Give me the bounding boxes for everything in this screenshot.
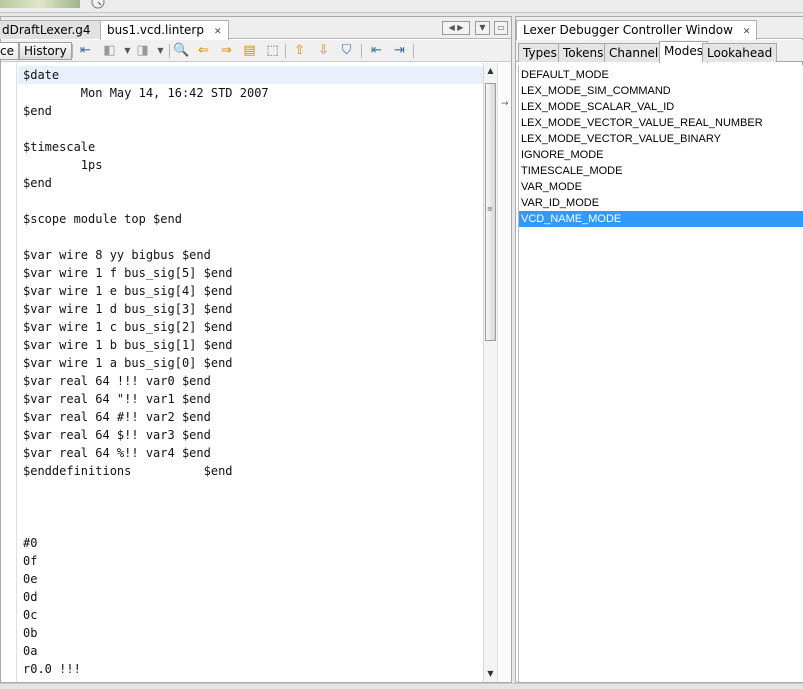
code-line: $var wire 1 d bus_sig[3] $end	[23, 302, 233, 316]
toggle-highlight-icon[interactable]: ⬚	[264, 43, 281, 59]
code-line: 0f	[23, 554, 38, 568]
last-edit-icon[interactable]: ⇤	[77, 43, 94, 59]
code-line: $end	[23, 104, 52, 118]
forward-icon[interactable]: ◨	[134, 43, 151, 59]
toolbar-separator	[72, 44, 73, 58]
code-line: $var wire 1 c bus_sig[2] $end	[23, 320, 233, 334]
editor-tabbar: dDraftLexer.g4✕ bus1.vcd.linterp✕ ◀ ▶ ▼ …	[0, 17, 511, 40]
code-line: $var wire 1 f bus_sig[5] $end	[23, 266, 233, 280]
mode-list-item[interactable]: VAR_ID_MODE	[519, 195, 803, 211]
maximize-button[interactable]: ▭	[494, 21, 508, 35]
status-strip	[0, 683, 803, 689]
clock-icon	[91, 0, 105, 9]
back-icon[interactable]: ◧	[101, 43, 118, 59]
scroll-down-icon[interactable]: ▼	[485, 668, 496, 680]
lexer-window-title: Lexer Debugger Controller Window	[523, 23, 733, 37]
lexer-title-bar: Lexer Debugger Controller Window ✕	[516, 17, 803, 40]
code-line: 0a	[23, 644, 38, 658]
mode-list-item[interactable]: LEX_MODE_VECTOR_VALUE_BINARY	[519, 131, 803, 147]
chevron-left-icon[interactable]: ◀	[449, 23, 455, 32]
caret-marker-icon: →	[501, 99, 509, 109]
chevron-down-icon[interactable]: ▼	[152, 43, 169, 59]
toolbar-separator	[169, 44, 170, 58]
code-line: $var real 64 "!! var1 $end	[23, 392, 211, 406]
error-stripe[interactable]: →	[497, 63, 511, 682]
shift-left-icon[interactable]: ⇤	[368, 43, 385, 59]
code-line: r0.0 !!!	[23, 662, 81, 676]
maximize-icon: ▭	[497, 23, 505, 32]
modes-list: DEFAULT_MODE LEX_MODE_SIM_COMMAND LEX_MODE…	[518, 65, 803, 682]
code-line: Mon May 14, 16:42 STD 2007	[23, 86, 269, 100]
lexer-debugger-pane: Lexer Debugger Controller Window ✕ Types …	[515, 16, 803, 683]
tab-draft-lexer[interactable]: dDraftLexer.g4✕	[0, 20, 116, 39]
code-line: $var wire 1 b bus_sig[1] $end	[23, 338, 233, 352]
scroll-up-icon[interactable]: ▲	[485, 65, 496, 77]
mode-list-item[interactable]: IGNORE_MODE	[519, 147, 803, 163]
tab-tokens[interactable]: Tokens	[558, 43, 609, 62]
top-strip	[0, 0, 803, 13]
mode-list-item[interactable]: LEX_MODE_VECTOR_VALUE_REAL_NUMBER	[519, 115, 803, 131]
close-icon[interactable]: ✕	[743, 27, 751, 37]
toggle-bookmark-icon[interactable]: ⛉	[338, 43, 355, 59]
find-selection-icon[interactable]: ▤	[241, 43, 258, 59]
code-line: 1ps	[23, 158, 103, 172]
mode-list-item[interactable]: DEFAULT_MODE	[519, 67, 803, 83]
code-line: $timescale	[23, 140, 96, 154]
code-line: 0e	[23, 572, 38, 586]
code-line: 0d	[23, 590, 38, 604]
code-line: $var real 64 !!! var0 $end	[23, 374, 211, 388]
toolbar-separator	[285, 44, 286, 58]
mode-list-item[interactable]: VAR_MODE	[519, 179, 803, 195]
code-line: $var wire 8 yy bigbus $end	[23, 248, 211, 262]
tab-lookahead[interactable]: Lookahead	[702, 43, 778, 62]
close-icon[interactable]: ✕	[214, 27, 222, 37]
lexer-tabs: Types Tokens Channels Modes Lookahead	[516, 40, 803, 63]
tab-bus1-vcd[interactable]: bus1.vcd.linterp ✕	[100, 20, 229, 40]
tab-label: bus1.vcd.linterp	[107, 23, 204, 37]
editor-toolbar: ce History ⇤ ◧ ▼ ◨ ▼ 🔍 ⇐ ⇒ ▤ ⬚ ⇧ ⇩ ⛉ ⇤ ⇥	[0, 40, 511, 62]
code-line: 0c	[23, 608, 38, 622]
vertical-scrollbar[interactable]: ▲ ≡ ▼	[483, 63, 497, 682]
chevron-down-icon: ▼	[479, 23, 486, 32]
mode-list-item[interactable]: LEX_MODE_SIM_COMMAND	[519, 83, 803, 99]
find-next-icon[interactable]: ⇒	[218, 43, 235, 59]
code-line: $var real 64 $!! var3 $end	[23, 428, 211, 442]
toolbar-decoration	[0, 0, 80, 8]
chevron-right-icon[interactable]: ▶	[457, 23, 463, 32]
toolbar-separator	[413, 44, 414, 58]
history-button[interactable]: History	[19, 42, 72, 60]
code-editor[interactable]: $date Mon May 14, 16:42 STD 2007 $end $tim…	[1, 63, 483, 682]
code-line: #0	[23, 536, 38, 550]
source-button[interactable]: ce	[0, 42, 19, 60]
find-icon[interactable]: 🔍	[173, 43, 190, 59]
next-bookmark-icon[interactable]: ⇩	[315, 43, 332, 59]
tab-types[interactable]: Types	[518, 43, 562, 62]
tab-list-button[interactable]: ▼	[475, 21, 490, 35]
tab-lexer-debugger[interactable]: Lexer Debugger Controller Window ✕	[516, 20, 758, 40]
shift-right-icon[interactable]: ⇥	[391, 43, 408, 59]
code-line: $date	[18, 66, 483, 84]
tab-label: dDraftLexer.g4	[2, 23, 91, 37]
tab-scroll-buttons[interactable]: ◀ ▶	[442, 21, 470, 35]
mode-list-item[interactable]: VCD_NAME_MODE	[519, 211, 803, 227]
code-line: 0b	[23, 626, 38, 640]
mode-list-item[interactable]: LEX_MODE_SCALAR_VAL_ID	[519, 99, 803, 115]
code-line: $scope module top $end	[23, 212, 182, 226]
grip-icon: ≡	[487, 205, 493, 213]
code-line: $var wire 1 e bus_sig[4] $end	[23, 284, 233, 298]
editor-pane: dDraftLexer.g4✕ bus1.vcd.linterp✕ ◀ ▶ ▼ …	[0, 16, 512, 683]
previous-bookmark-icon[interactable]: ⇧	[291, 43, 308, 59]
code-line: r0.0 "!!	[23, 678, 81, 682]
code-line: $var wire 1 a bus_sig[0] $end	[23, 356, 233, 370]
code-line: $end	[23, 176, 52, 190]
code-line: $var real 64 %!! var4 $end	[23, 446, 211, 460]
code-line: $enddefinitions $end	[23, 464, 233, 478]
code-line: $var real 64 #!! var2 $end	[23, 410, 211, 424]
line-gutter	[1, 63, 17, 682]
find-previous-icon[interactable]: ⇐	[195, 43, 212, 59]
mode-list-item[interactable]: TIMESCALE_MODE	[519, 163, 803, 179]
toolbar-separator	[361, 44, 362, 58]
tab-modes[interactable]: Modes	[659, 41, 708, 63]
